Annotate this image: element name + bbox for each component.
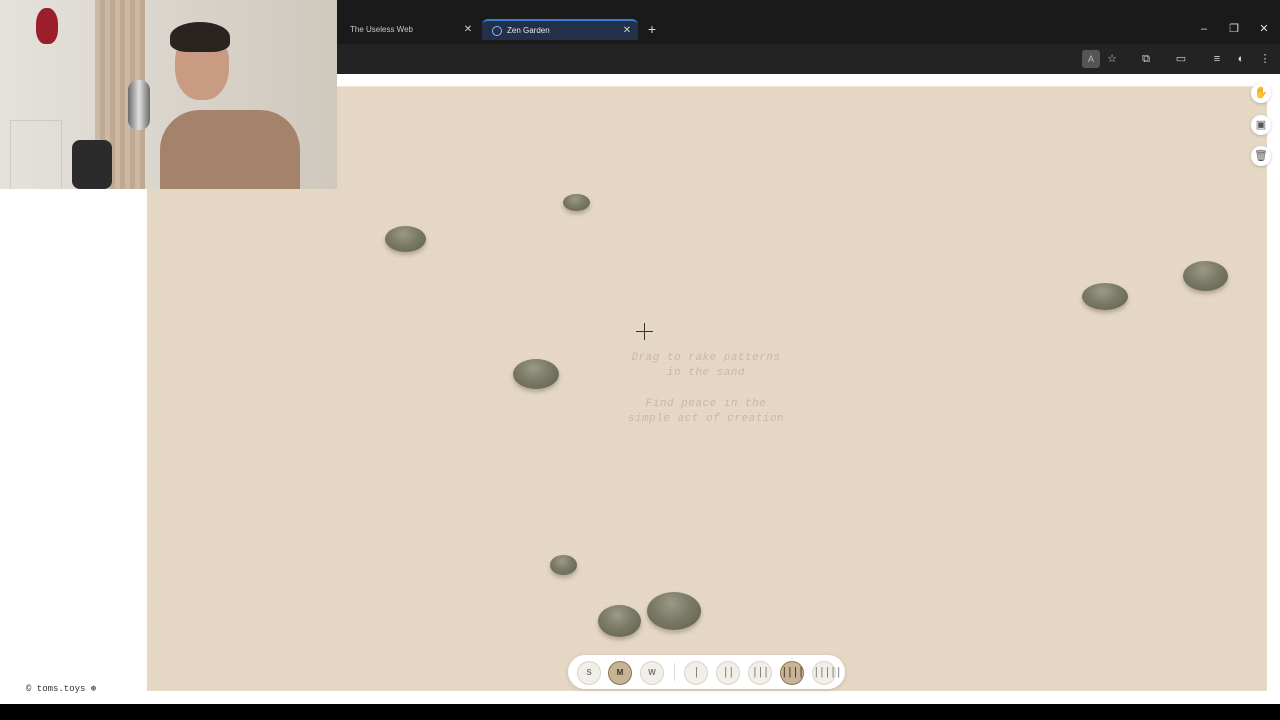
minimize-button[interactable]: –: [1194, 20, 1214, 38]
save-icon[interactable]: ▣: [1251, 115, 1271, 135]
new-tab-button[interactable]: +: [644, 21, 660, 37]
cast-icon[interactable]: ▭: [1172, 50, 1190, 68]
size-small-button[interactable]: S: [577, 661, 601, 685]
hint-line: simple act of creation: [627, 413, 785, 425]
hand-icon[interactable]: ✋: [1251, 83, 1271, 103]
rake-4-tines-button[interactable]: ||||: [780, 661, 804, 685]
translate-icon[interactable]: A: [1082, 50, 1100, 68]
close-window-button[interactable]: ✕: [1254, 20, 1274, 38]
stone[interactable]: [1082, 283, 1128, 310]
webcam-hat: [36, 8, 58, 44]
webcam-person-hair: [170, 22, 230, 52]
media-icon[interactable]: ≡: [1208, 50, 1226, 68]
tab-label: Zen Garden: [507, 26, 550, 35]
stone[interactable]: [1183, 261, 1228, 291]
menu-icon[interactable]: ⋮: [1256, 50, 1274, 68]
hint-line: in the sand: [666, 367, 746, 379]
footer-credit[interactable]: © toms.toys ⊛: [26, 684, 96, 694]
hint-line: Drag to rake patterns: [631, 352, 781, 364]
stone[interactable]: [598, 605, 641, 637]
webcam-person-body: [160, 110, 300, 189]
rake-3-tines-button[interactable]: |||: [748, 661, 772, 685]
star-icon[interactable]: ☆: [1103, 50, 1121, 68]
rake-1-tines-button[interactable]: |: [684, 661, 708, 685]
profile-icon[interactable]: ◐: [1232, 50, 1250, 68]
crosshair-cursor: [636, 323, 653, 340]
webcam-chair: [72, 140, 112, 189]
rake-5-tines-button[interactable]: |||||: [812, 661, 842, 685]
rake-2-tines-button[interactable]: ||: [716, 661, 740, 685]
tab-label: The Useless Web: [350, 25, 413, 34]
webcam-overlay: [0, 0, 337, 189]
webcam-door: [10, 120, 62, 189]
size-wide-button[interactable]: W: [640, 661, 664, 685]
stone[interactable]: [550, 555, 577, 575]
tab-zen-garden[interactable]: Zen Garden ✕: [482, 19, 638, 40]
tab-useless-web[interactable]: The Useless Web ✕: [340, 19, 479, 40]
stone[interactable]: [385, 226, 426, 252]
hint-line: Find peace in the: [645, 398, 767, 410]
close-tab-icon[interactable]: ✕: [461, 24, 475, 35]
trash-icon[interactable]: 🗑: [1251, 146, 1271, 166]
microphone-icon: [128, 80, 150, 130]
stone[interactable]: [513, 359, 559, 389]
size-medium-button[interactable]: M: [608, 661, 632, 685]
restore-button[interactable]: ❐: [1224, 20, 1244, 38]
stone[interactable]: [647, 592, 701, 630]
divider: [674, 663, 675, 681]
close-tab-icon[interactable]: ✕: [620, 25, 634, 36]
globe-icon: [492, 25, 502, 36]
extensions-icon[interactable]: ⧉: [1137, 50, 1155, 68]
stone[interactable]: [563, 194, 590, 211]
